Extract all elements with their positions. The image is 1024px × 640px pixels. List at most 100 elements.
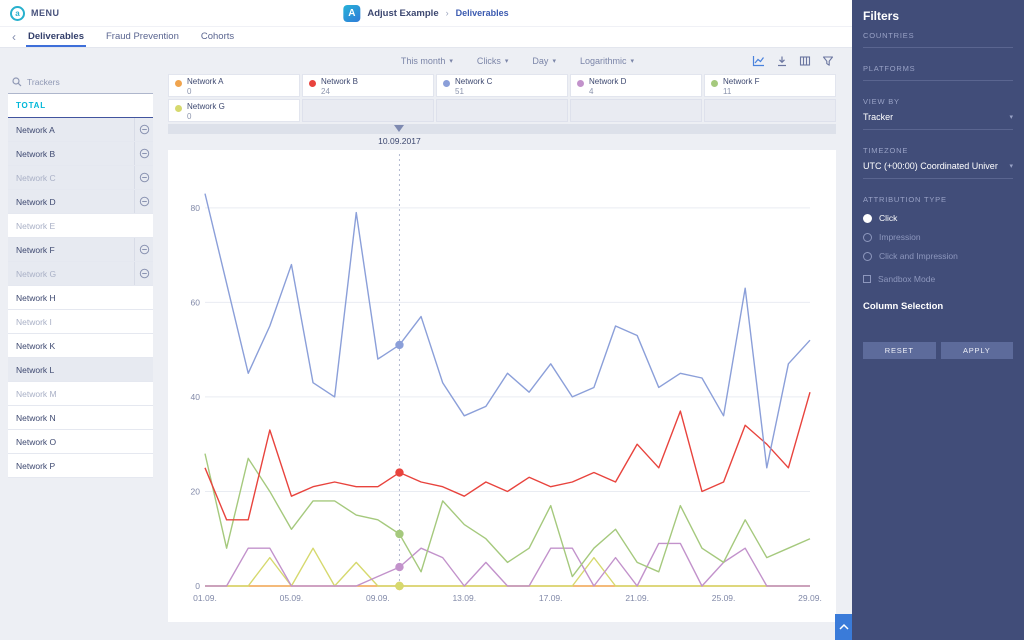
tracker-item[interactable]: Network F [8,238,153,262]
radio-click-and-impression[interactable]: Click and Impression [863,251,1013,261]
tab-fraud-prevention[interactable]: Fraud Prevention [104,27,181,47]
legend-item[interactable]: Network B24 [302,74,434,97]
legend-item[interactable]: Network A0 [168,74,300,97]
marker-dot [395,341,403,349]
y-tick-label: 0 [195,581,200,591]
marker-dot [395,582,403,590]
tracker-item-label: Network E [8,214,153,237]
filters-sidebar: Filters COUNTRIES PLATFORMS VIEW BY Trac… [852,0,1024,640]
column-selection[interactable]: Column Selection [863,301,1013,312]
tracker-item[interactable]: Network D [8,190,153,214]
legend-color-dot [175,105,182,112]
scroll-top-button[interactable] [835,614,852,640]
legend-color-dot [577,80,584,87]
remove-tracker-icon[interactable] [134,238,153,261]
tab-cohorts[interactable]: Cohorts [199,27,236,47]
tracker-item[interactable]: Network A [8,118,153,142]
chevron-down-icon: ▾ [505,57,509,65]
tabs: Deliverables Fraud Prevention Cohorts [26,27,236,47]
tracker-item-total[interactable]: TOTAL [8,94,153,118]
marker-date: 10.09.2017 [378,136,421,146]
tracker-search-input[interactable]: Trackers [8,70,153,94]
menu-button[interactable]: a MENU [0,6,60,21]
legend-item[interactable]: Network F11 [704,74,836,97]
app-name[interactable]: Adjust Example [367,8,438,19]
remove-tracker-icon[interactable] [134,118,153,141]
tracker-item[interactable]: Network O [8,430,153,454]
tracker-item-label: Network L [8,358,153,381]
x-tick-label: 01.09. [193,593,217,603]
tracker-item-label: Network N [8,406,153,429]
timeline-marker-icon[interactable] [394,125,404,132]
back-chevron-icon[interactable]: ‹ [12,30,16,44]
minus-circle-icon [139,268,150,279]
tracker-item[interactable]: Network I [8,310,153,334]
legend-item[interactable]: Network D4 [570,74,702,97]
legend-item[interactable]: Network C51 [436,74,568,97]
tracker-item[interactable]: Network N [8,406,153,430]
toolbar-dropdown-clicks[interactable]: Clicks▾ [477,56,509,66]
platforms-label[interactable]: PLATFORMS [863,64,1013,73]
toolbar-dropdown-this-month[interactable]: This month▾ [401,56,453,66]
chart-zone: This month▾ Clicks▾ Day▾ Logarithmic▾ [168,48,836,622]
apply-button[interactable]: APPLY [941,342,1014,359]
tracker-item[interactable]: Network M [8,382,153,406]
chevron-down-icon: ▾ [552,57,556,65]
tracker-item[interactable]: Network L [8,358,153,382]
tracker-item-label: Network P [8,454,153,477]
marker-dot [395,563,403,571]
sandbox-mode-checkbox[interactable]: Sandbox Mode [863,274,1013,284]
view-by-select[interactable]: Tracker ▾ [863,112,1013,122]
chevron-up-icon [839,623,849,631]
radio-impression[interactable]: Impression [863,232,1013,242]
top-bar: a MENU A Adjust Example › Deliverables [0,0,852,27]
legend-name: Network B [321,77,358,87]
view-by-label: VIEW BY [863,97,1013,106]
tracker-item[interactable]: Network E [8,214,153,238]
line-chart[interactable]: 02040608001.09.05.09.09.09.13.09.17.09.2… [168,150,836,622]
tracker-item[interactable]: Network H [8,286,153,310]
tracker-item[interactable]: Network K [8,334,153,358]
remove-tracker-icon[interactable] [134,262,153,285]
table-icon[interactable] [799,55,811,67]
adjust-logo-icon: A [343,5,360,22]
tracker-item[interactable]: Network G [8,262,153,286]
series-network-b[interactable] [205,392,810,520]
timezone-select[interactable]: UTC (+00:00) Coordinated Universal... ▾ [863,161,1013,171]
tracker-item[interactable]: Network C [8,166,153,190]
reset-button[interactable]: RESET [863,342,936,359]
tracker-item-label: Network F [8,238,134,261]
legend-name: Network G [187,102,225,112]
download-icon[interactable] [776,55,788,67]
timezone-value: UTC (+00:00) Coordinated Universal... [863,161,998,171]
breadcrumb-current[interactable]: Deliverables [456,8,509,18]
series-network-f[interactable] [205,454,810,577]
timeline-strip[interactable] [168,124,836,134]
toolbar-dropdown-day[interactable]: Day▾ [532,56,556,66]
tab-deliverables[interactable]: Deliverables [26,27,86,47]
divider [863,178,1013,179]
search-icon [12,77,22,87]
tracker-item-label: Network D [8,190,134,213]
total-label: TOTAL [16,101,46,110]
chart-kpi-icon[interactable] [752,55,765,67]
minus-circle-icon [139,148,150,159]
legend-item[interactable]: Network G0 [168,99,300,122]
tracker-item[interactable]: Network B [8,142,153,166]
legend-color-dot [309,80,316,87]
legend-value: 51 [455,87,492,97]
filter-funnel-icon[interactable] [822,55,834,67]
remove-tracker-icon[interactable] [134,166,153,189]
series-network-c[interactable] [205,194,810,468]
remove-tracker-icon[interactable] [134,190,153,213]
radio-click[interactable]: Click [863,213,1013,223]
toolbar-dropdowns: This month▾ Clicks▾ Day▾ Logarithmic▾ [401,56,634,66]
legend-empty-cell [436,99,568,122]
countries-label[interactable]: COUNTRIES [863,31,1013,40]
toolbar-dropdown-logarithmic[interactable]: Logarithmic▾ [580,56,634,66]
legend-empty-cell [302,99,434,122]
tracker-item-label: Network G [8,262,134,285]
remove-tracker-icon[interactable] [134,142,153,165]
tracker-item[interactable]: Network P [8,454,153,478]
minus-circle-icon [139,244,150,255]
